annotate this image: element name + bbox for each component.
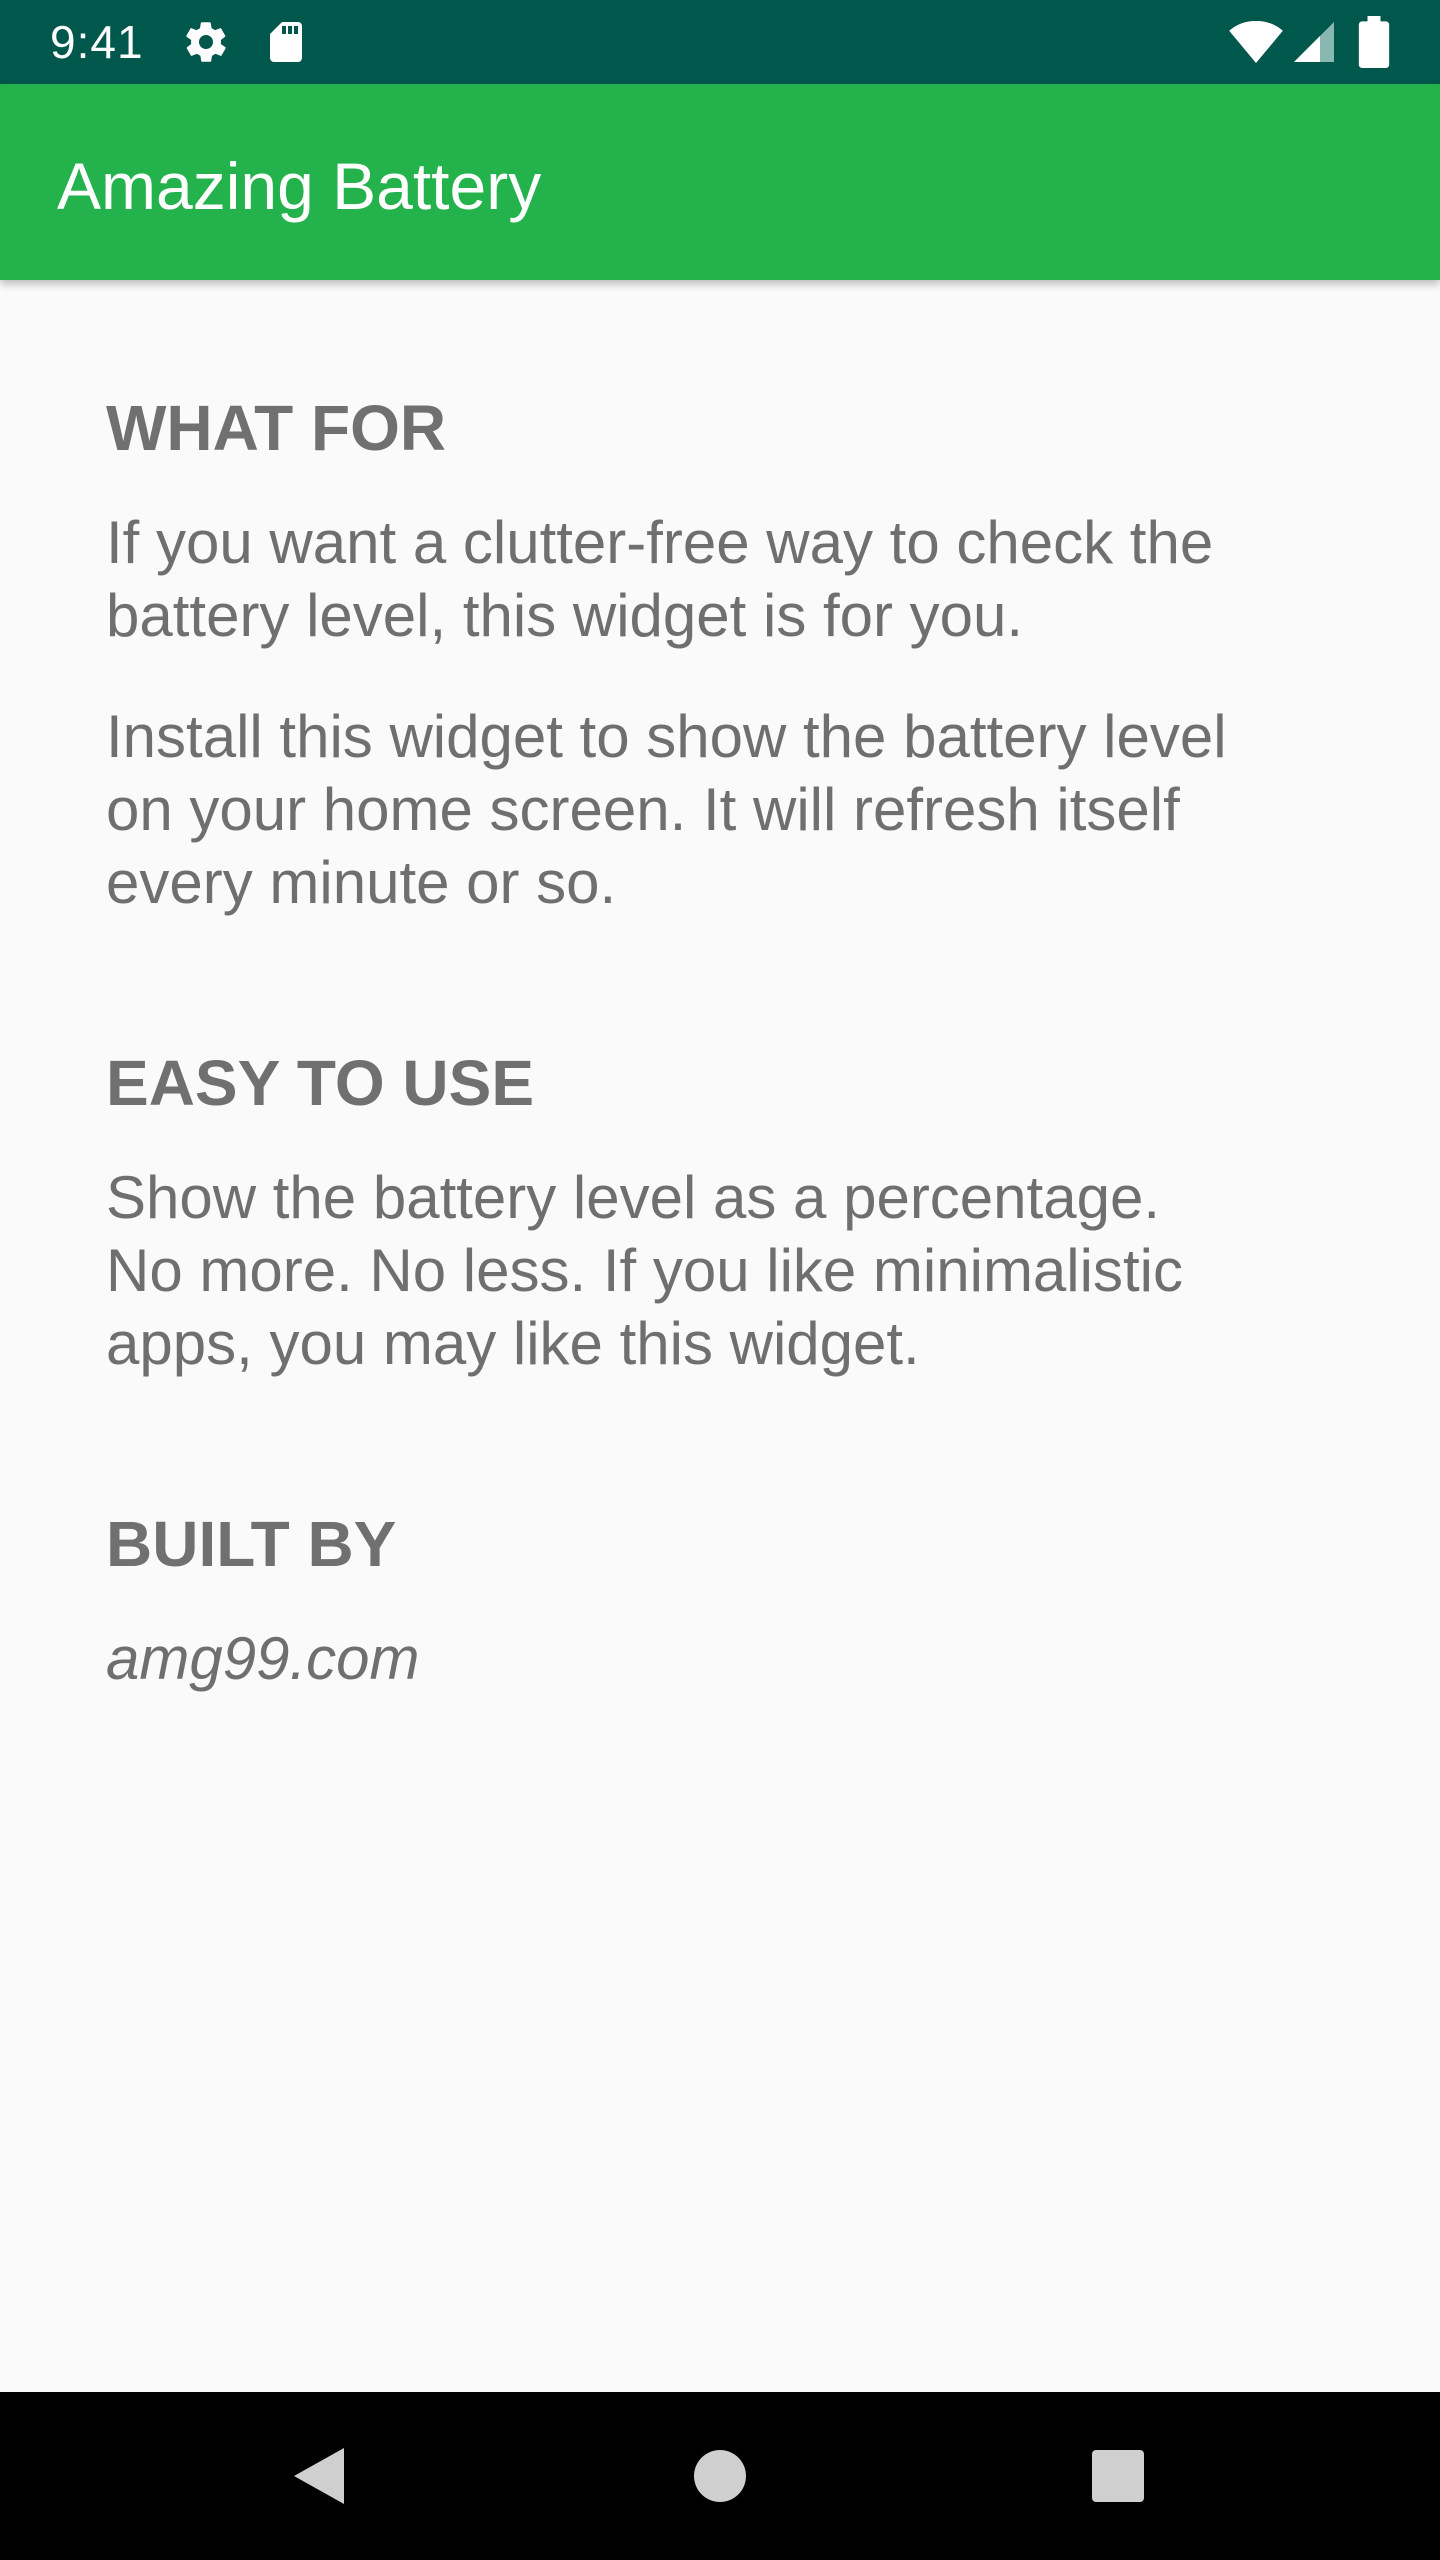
navigation-bar [0,2392,1440,2560]
about-content: WHAT FOR If you want a clutter-free way … [106,390,1346,1821]
section-heading: BUILT BY [106,1508,397,1580]
battery-icon [1358,16,1390,68]
section-what-for: WHAT FOR If you want a clutter-free way … [106,390,1346,919]
section-heading: WHAT FOR [106,392,447,464]
home-button[interactable] [684,2440,756,2512]
status-bar: 9:41 [0,0,1440,84]
section-paragraph: Install this widget to show the battery … [106,703,1227,916]
section-paragraph: Show the battery level as a percentage. … [106,1164,1183,1377]
section-heading: EASY TO USE [106,1047,534,1119]
back-icon [294,2448,344,2504]
section-built-by: BUILT BY amg99.com [106,1506,1346,1695]
app-title: Amazing Battery [57,149,542,223]
sd-card-icon [270,22,302,62]
wifi-icon [1229,20,1283,63]
recents-button[interactable] [1082,2440,1154,2512]
author-link[interactable]: amg99.com [106,1622,1346,1695]
home-icon [694,2450,746,2502]
recents-icon [1092,2450,1144,2502]
status-time: 9:41 [50,16,144,68]
back-button[interactable] [282,2440,354,2512]
app-bar: Amazing Battery [0,84,1440,280]
section-easy-to-use: EASY TO USE Show the battery level as a … [106,1045,1346,1380]
gear-icon [186,22,226,62]
cellular-signal-icon [1294,22,1334,62]
section-paragraph: If you want a clutter-free way to check … [106,509,1214,649]
